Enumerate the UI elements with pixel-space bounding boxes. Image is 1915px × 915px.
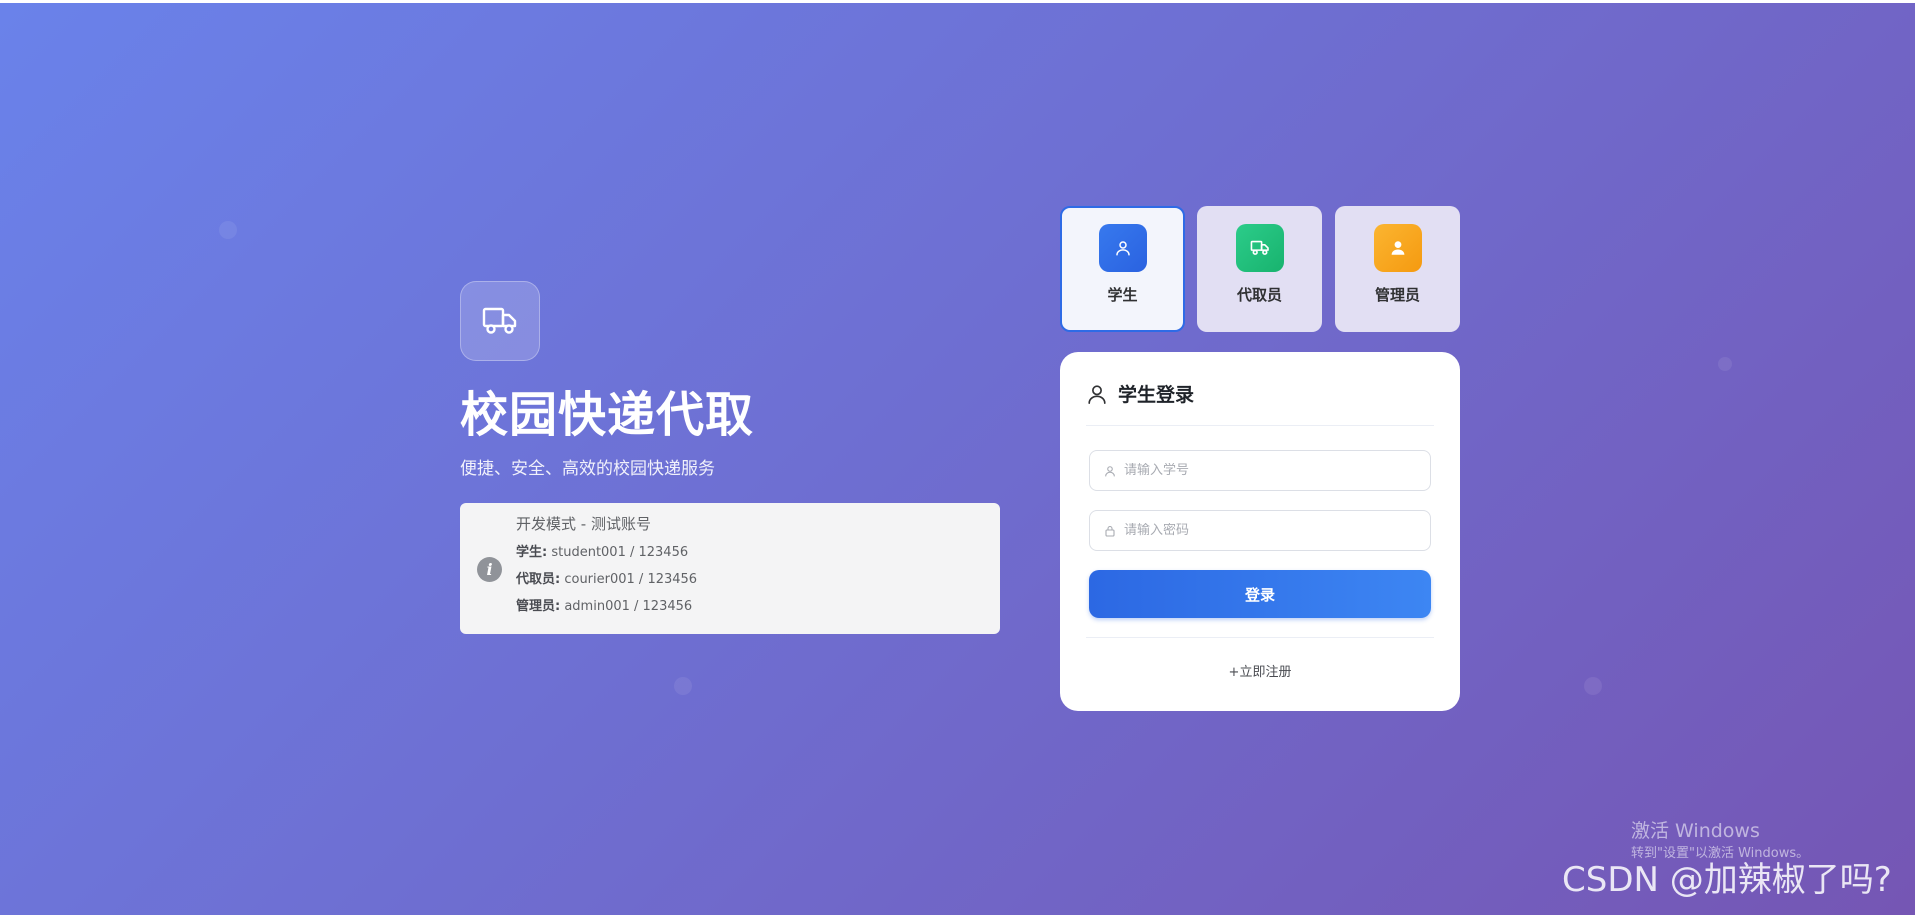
role-label: 代取员 [1236, 286, 1282, 304]
user-icon [1098, 224, 1147, 272]
register-link[interactable]: +立即注册 [1060, 661, 1460, 680]
info-icon: i [477, 557, 502, 582]
role-selector: 学生 代取员 管理员 [1060, 206, 1460, 332]
student-id-input[interactable] [1124, 463, 1414, 478]
user-icon [1105, 465, 1115, 477]
brand-logo [460, 281, 540, 361]
user-outline-icon [1088, 384, 1106, 404]
truck-icon [482, 307, 517, 334]
brand-section: 校园快递代取 便捷、安全、高效的校园快递服务 i 开发模式 - 测试账号 学生:… [460, 281, 1000, 634]
test-account-courier: 代取员: courier001 / 123456 [516, 572, 698, 587]
bg-dot [219, 221, 237, 239]
student-id-field[interactable] [1089, 450, 1431, 491]
admin-icon [1373, 224, 1422, 272]
role-card-courier[interactable]: 代取员 [1197, 206, 1322, 332]
divider [1086, 425, 1434, 426]
bg-dot [1584, 677, 1602, 695]
truck-icon [1235, 224, 1284, 272]
login-card: 学生登录 登录 +立即注册 [1060, 352, 1460, 711]
role-label: 管理员 [1374, 286, 1420, 304]
password-input[interactable] [1124, 523, 1414, 538]
bg-dot [674, 677, 692, 695]
test-account-student: 学生: student001 / 123456 [516, 545, 689, 560]
password-field[interactable] [1089, 510, 1431, 551]
lock-icon [1105, 525, 1115, 537]
test-account-admin: 管理员: admin001 / 123456 [516, 599, 693, 614]
divider [1086, 637, 1434, 638]
login-button[interactable]: 登录 [1089, 570, 1431, 618]
windows-activation-watermark: 激活 Windows 转到"设置"以激活 Windows。 [1631, 820, 1810, 861]
app-title: 校园快递代取 [460, 387, 755, 443]
app-subtitle: 便捷、安全、高效的校园快递服务 [460, 459, 715, 479]
dev-notice-title: 开发模式 - 测试账号 [516, 515, 651, 533]
dev-mode-notice: i 开发模式 - 测试账号 学生: student001 / 123456 代取… [460, 503, 1000, 634]
role-card-student[interactable]: 学生 [1060, 206, 1185, 332]
csdn-watermark: CSDN @加辣椒了吗? [1562, 860, 1892, 900]
role-card-admin[interactable]: 管理员 [1335, 206, 1460, 332]
bg-dot [1718, 357, 1732, 371]
role-label: 学生 [1107, 286, 1138, 304]
login-header: 学生登录 [1086, 380, 1194, 407]
top-border [0, 0, 1915, 3]
login-title: 学生登录 [1118, 384, 1195, 406]
